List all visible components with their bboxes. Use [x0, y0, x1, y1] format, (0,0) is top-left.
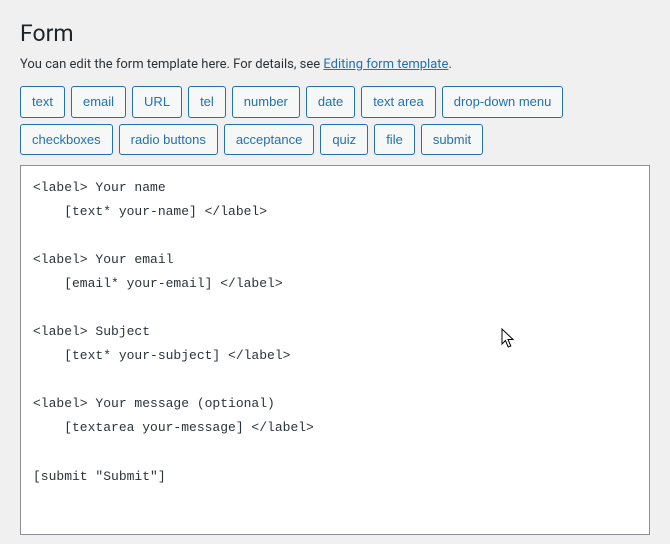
tag-checkboxes-button[interactable]: checkboxes	[20, 124, 113, 156]
tag-acceptance-button[interactable]: acceptance	[224, 124, 315, 156]
section-heading: Form	[20, 20, 650, 47]
tag-textarea-button[interactable]: text area	[361, 86, 436, 118]
tag-quiz-button[interactable]: quiz	[320, 124, 368, 156]
intro-suffix: .	[448, 57, 451, 72]
tag-button-row: text email URL tel number date text area…	[20, 86, 650, 155]
tag-email-button[interactable]: email	[71, 86, 126, 118]
tag-url-button[interactable]: URL	[132, 86, 182, 118]
editing-template-link[interactable]: Editing form template	[323, 57, 448, 72]
tag-submit-button[interactable]: submit	[421, 124, 483, 156]
tag-date-button[interactable]: date	[306, 86, 355, 118]
tag-radio-button[interactable]: radio buttons	[119, 124, 218, 156]
tag-tel-button[interactable]: tel	[188, 86, 226, 118]
intro-prefix: You can edit the form template here. For…	[20, 57, 323, 72]
tag-text-button[interactable]: text	[20, 86, 65, 118]
tag-number-button[interactable]: number	[232, 86, 300, 118]
tag-file-button[interactable]: file	[374, 124, 415, 156]
tag-dropdown-button[interactable]: drop-down menu	[442, 86, 564, 118]
form-template-editor[interactable]	[20, 165, 650, 535]
intro-text: You can edit the form template here. For…	[20, 57, 650, 72]
